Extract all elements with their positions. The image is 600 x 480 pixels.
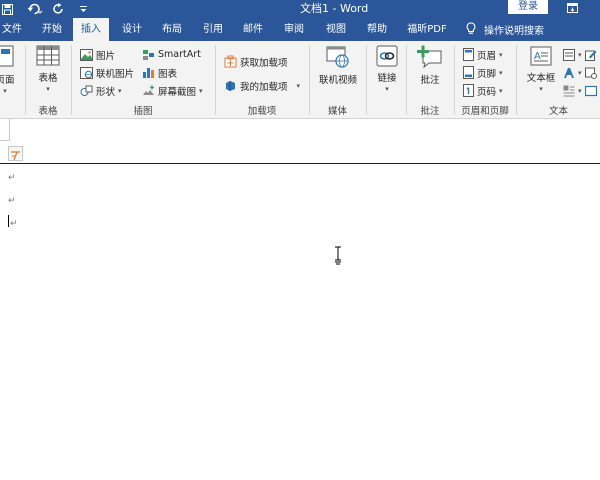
screenshot-icon	[143, 85, 154, 95]
group-label-tables: 表格	[38, 106, 58, 117]
footer-button[interactable]: 页脚 ▾	[463, 64, 503, 81]
store-icon	[224, 55, 237, 68]
format-painter-icon	[11, 151, 20, 161]
page-icon	[0, 45, 14, 67]
textbox-button[interactable]: A 文本框 ▾	[521, 45, 561, 101]
tab-review[interactable]: 审阅	[278, 18, 310, 41]
vertical-ruler-corner	[0, 119, 10, 141]
page-number-button[interactable]: 页码 ▾	[463, 82, 503, 99]
textbox-icon: A	[530, 46, 552, 66]
mouse-ibeam-cursor	[334, 246, 342, 266]
date-time-icon[interactable]	[584, 67, 597, 79]
group-links: 链接 ▾	[367, 41, 405, 119]
drop-cap-icon	[563, 85, 575, 96]
signature-line-icon[interactable]	[584, 49, 597, 61]
tab-help[interactable]: 帮助	[361, 18, 393, 41]
link-icon	[376, 45, 398, 67]
links-button[interactable]: 链接 ▾	[367, 45, 407, 101]
group-label-text: 文本	[548, 106, 568, 117]
my-addins-icon	[226, 81, 235, 91]
group-label-header-footer: 页眉和页脚	[461, 106, 509, 117]
object-icon[interactable]	[584, 85, 597, 97]
save-icon[interactable]	[0, 0, 14, 18]
header-separator-line	[0, 163, 600, 164]
login-button[interactable]: 登录	[508, 0, 548, 14]
ribbon-insert: 页面 ▾ 表格 ▾ 表格 图片 联机图片 形状 ▾ SmartArt 图表 屏幕…	[0, 41, 600, 119]
tab-insert[interactable]: 插入	[73, 18, 109, 41]
smartart-button[interactable]: SmartArt	[142, 46, 201, 63]
online-video-button[interactable]: 联机视频	[314, 45, 362, 101]
table-icon	[36, 45, 60, 66]
tab-mailings[interactable]: 邮件	[237, 18, 269, 41]
text-cursor	[8, 215, 9, 227]
drop-cap-button[interactable]: ▾	[563, 82, 597, 99]
paragraph-mark: ↵	[8, 196, 16, 206]
header-icon	[463, 48, 474, 61]
tab-file[interactable]: 文件	[0, 18, 24, 41]
ribbon-display-options-icon[interactable]	[564, 0, 580, 16]
tab-layout[interactable]: 布局	[156, 18, 188, 41]
smartart-icon	[143, 49, 154, 60]
quick-access-toolbar	[0, 0, 88, 18]
paragraph-format-marker[interactable]	[8, 146, 23, 161]
group-comments: 批注 批注	[407, 41, 453, 119]
tab-design[interactable]: 设计	[116, 18, 148, 41]
group-addins: 获取加载项 我的加载项 ▾ 加载项	[216, 41, 308, 119]
group-label-addins: 加载项	[247, 106, 277, 117]
table-button[interactable]: 表格 ▾	[28, 45, 68, 101]
chart-icon	[143, 67, 154, 78]
screenshot-button[interactable]: 屏幕截图 ▾	[142, 82, 203, 99]
online-picture-icon	[80, 66, 93, 79]
picture-icon	[80, 48, 93, 61]
wordart-button[interactable]: ▾	[563, 64, 597, 81]
tell-me-search[interactable]: 操作说明搜索	[466, 18, 544, 41]
paragraph-mark: ↵	[10, 219, 18, 229]
document-canvas[interactable]: ↵ ↵ ↵	[0, 119, 600, 480]
comment-icon	[417, 45, 442, 69]
group-label-illustrations: 插图	[133, 106, 153, 117]
chart-button[interactable]: 图表	[142, 64, 177, 81]
quick-parts-button[interactable]: ▾	[563, 46, 597, 63]
online-pictures-button[interactable]: 联机图片	[80, 64, 134, 81]
ribbon-tab-row: 文件 开始 插入 设计 布局 引用 邮件 审阅 视图 帮助 福昕PDF 操作说明…	[0, 18, 600, 41]
header-button[interactable]: 页眉 ▾	[463, 46, 503, 63]
customize-qat-icon[interactable]	[78, 0, 88, 18]
redo-icon[interactable]	[52, 0, 66, 18]
title-bar: 文档1 - Word 登录	[0, 0, 600, 18]
pictures-button[interactable]: 图片	[80, 46, 115, 63]
svg-text:A: A	[534, 51, 541, 62]
new-comment-button[interactable]: 批注	[410, 45, 450, 101]
online-video-icon	[326, 46, 349, 68]
quick-parts-icon	[563, 48, 575, 61]
group-media: 联机视频 媒体	[310, 41, 365, 119]
pages-button[interactable]: 页面 ▾	[0, 45, 24, 101]
wordart-icon	[564, 67, 574, 78]
tab-references[interactable]: 引用	[197, 18, 229, 41]
tab-home[interactable]: 开始	[36, 18, 68, 41]
my-addins-button[interactable]: 我的加载项 ▾	[224, 77, 300, 94]
paragraph-mark: ↵	[8, 173, 16, 183]
get-addins-button[interactable]: 获取加载项	[224, 53, 288, 70]
tell-me-label: 操作说明搜索	[484, 26, 544, 37]
shapes-button[interactable]: 形状 ▾	[80, 82, 122, 99]
shapes-icon	[80, 85, 93, 96]
document-title: 文档1 - Word	[300, 2, 369, 15]
group-text: A 文本框 ▾ ▾ ▾ ▾ 文本	[517, 41, 600, 119]
lightbulb-icon	[466, 21, 476, 38]
tab-view[interactable]: 视图	[320, 18, 352, 41]
group-tables: 表格 ▾ 表格	[26, 41, 70, 119]
group-illustrations: 图片 联机图片 形状 ▾ SmartArt 图表 屏幕截图 ▾ 插图	[72, 41, 214, 119]
undo-icon[interactable]	[24, 0, 46, 18]
group-header-footer: 页眉 ▾ 页脚 ▾ 页码 ▾ 页眉和页脚	[455, 41, 515, 119]
footer-icon	[463, 66, 474, 79]
tab-foxit-pdf[interactable]: 福昕PDF	[402, 18, 452, 41]
page-number-icon	[463, 84, 474, 97]
group-label-media: 媒体	[327, 106, 347, 117]
group-pages: 页面 ▾	[0, 41, 24, 119]
group-label-comments: 批注	[420, 106, 440, 117]
